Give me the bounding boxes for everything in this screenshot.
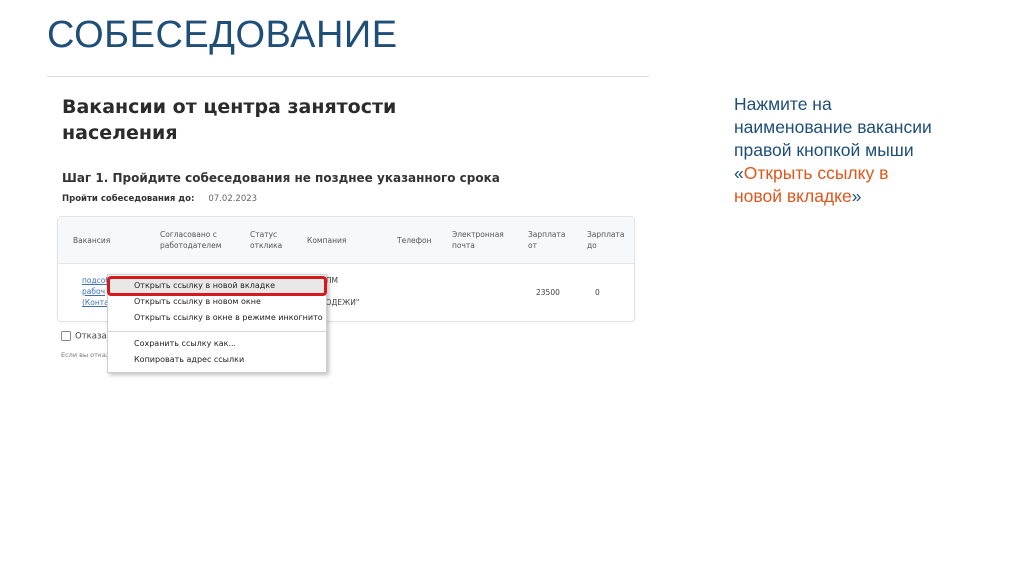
header-salary-to: Зарплата до [587,229,624,251]
header-agreed: Согласовано с работодателем [160,229,221,251]
salary-to-cell: 0 [595,288,600,297]
page-heading: Вакансии от центра занятости населения [62,96,397,144]
action-text-1: Открыть ссылку в [743,163,889,183]
step-title: Шаг 1. Пройдите собеседования не позднее… [62,171,500,185]
salary-from-cell: 23500 [536,288,560,297]
menu-item-open-new-window[interactable]: Открыть ссылку в новом окне [108,294,326,310]
header-status-line2: отклика [250,241,283,250]
slide-title: СОБЕСЕДОВАНИЕ [47,14,398,56]
header-status-line1: Статус [250,230,278,239]
quote-open: « [734,163,744,183]
instructions-text: Нажмите на наименование вакансии правой … [734,93,1004,208]
refuse-checkbox[interactable] [61,331,71,341]
instruction-line-5: новой вкладке» [734,185,1004,208]
instruction-line-4: «Открыть ссылку в [734,162,1004,185]
header-agreed-line2: работодателем [160,241,222,250]
header-salary-to-line1: Зарплата [587,230,625,239]
browser-screenshot: Вакансии от центра занятости населения Ш… [55,85,649,385]
refuse-note: Если вы откаж [61,351,112,359]
header-email-line1: Электронная [452,230,504,239]
highlight-frame [107,276,327,296]
vacancy-link-line1[interactable]: подсоб [82,276,110,285]
action-text-2: новой вкладке [734,186,852,206]
deadline: Пройти собеседования до: 07.02.2023 [62,194,257,204]
header-agreed-line1: Согласовано с [160,230,217,239]
header-salary-to-line2: до [587,241,597,250]
header-company: Компания [307,236,347,245]
instruction-line-2: наименование вакансии [734,117,932,137]
menu-separator [108,331,326,332]
deadline-value: 07.02.2023 [208,194,258,204]
instruction-line-1: Нажмите на [734,94,832,114]
header-status: Статус отклика [250,229,282,251]
header-salary-from-line1: Зарплата [528,230,566,239]
header-salary-from: Зарплата от [528,229,565,251]
vacancy-link-line2[interactable]: рабоч [82,287,105,296]
instruction-line-3: правой кнопкой мыши [734,140,914,160]
header-email: Электронная почта [452,229,504,251]
deadline-label: Пройти собеседования до: [62,194,195,204]
menu-item-open-incognito[interactable]: Открыть ссылку в окне в режиме инкогнито [108,310,326,326]
header-salary-from-line2: от [528,241,537,250]
header-email-line2: почта [452,241,475,250]
refuse-option[interactable]: Отказат [61,331,112,342]
header-phone: Телефон [397,236,432,245]
menu-item-copy-link[interactable]: Копировать адрес ссылки [108,352,326,368]
table-header: Вакансия Согласовано с работодателем Стат… [58,217,634,264]
menu-item-save-link[interactable]: Сохранить ссылку как... [108,336,326,352]
header-vacancy: Вакансия [73,236,111,245]
quote-close: » [851,186,862,206]
title-divider [47,76,649,77]
